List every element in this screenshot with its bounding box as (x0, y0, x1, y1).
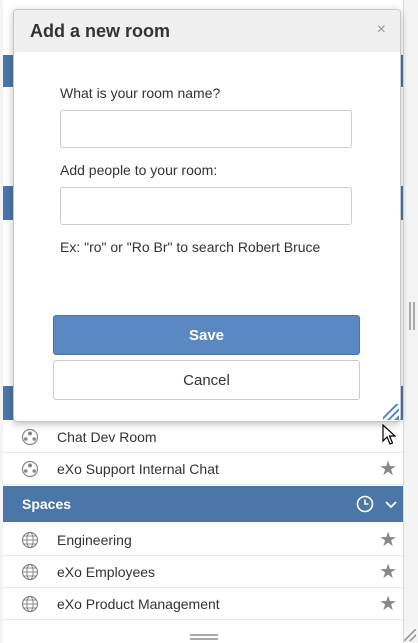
list-item[interactable]: eXo Product Management ★ (3, 588, 403, 620)
space-globe-icon (21, 595, 39, 613)
room-group-icon (21, 460, 39, 478)
list-item[interactable]: Chat Dev Room (3, 421, 403, 453)
list-item[interactable]: Engineering ★ (3, 524, 403, 556)
mouse-cursor-icon (382, 424, 396, 445)
space-label: Engineering (57, 532, 132, 548)
star-icon[interactable]: ★ (379, 529, 397, 551)
spaces-section-header[interactable]: Spaces (3, 486, 403, 522)
room-group-icon (21, 428, 39, 446)
star-icon[interactable]: ★ (379, 458, 397, 480)
space-globe-icon (21, 563, 39, 581)
search-hint: Ex: "ro" or "Ro Br" to search Robert Bru… (60, 239, 321, 255)
list-item[interactable]: eXo Support Internal Chat ★ (3, 453, 403, 485)
add-room-dialog: Add a new room × What is your room name?… (13, 9, 401, 422)
cancel-button[interactable]: Cancel (53, 360, 360, 400)
window-resize-grip[interactable] (404, 629, 416, 641)
room-label: Chat Dev Room (57, 429, 157, 445)
space-globe-icon (21, 531, 39, 549)
room-name-input[interactable] (60, 110, 352, 148)
chevron-down-icon[interactable] (382, 495, 400, 513)
panel-resize-handle[interactable] (409, 302, 415, 330)
star-icon[interactable]: ★ (379, 561, 397, 583)
dialog-header: Add a new room × (14, 10, 400, 52)
close-icon[interactable]: × (377, 10, 386, 50)
panel-bottom-drag-handle[interactable] (190, 634, 218, 640)
room-label: eXo Support Internal Chat (57, 461, 219, 477)
clock-icon[interactable] (356, 495, 374, 513)
add-people-input[interactable] (60, 187, 352, 225)
space-label: eXo Employees (57, 564, 156, 580)
room-name-label: What is your room name? (60, 85, 221, 101)
list-item[interactable]: eXo Employees ★ (3, 556, 403, 588)
dialog-title: Add a new room (30, 21, 171, 41)
space-label: eXo Product Management (57, 596, 220, 612)
save-button[interactable]: Save (53, 315, 360, 355)
dialog-resize-grip[interactable] (383, 404, 399, 420)
star-icon[interactable]: ★ (379, 593, 397, 615)
add-people-label: Add people to your room: (60, 162, 218, 178)
section-title: Spaces (22, 496, 72, 512)
